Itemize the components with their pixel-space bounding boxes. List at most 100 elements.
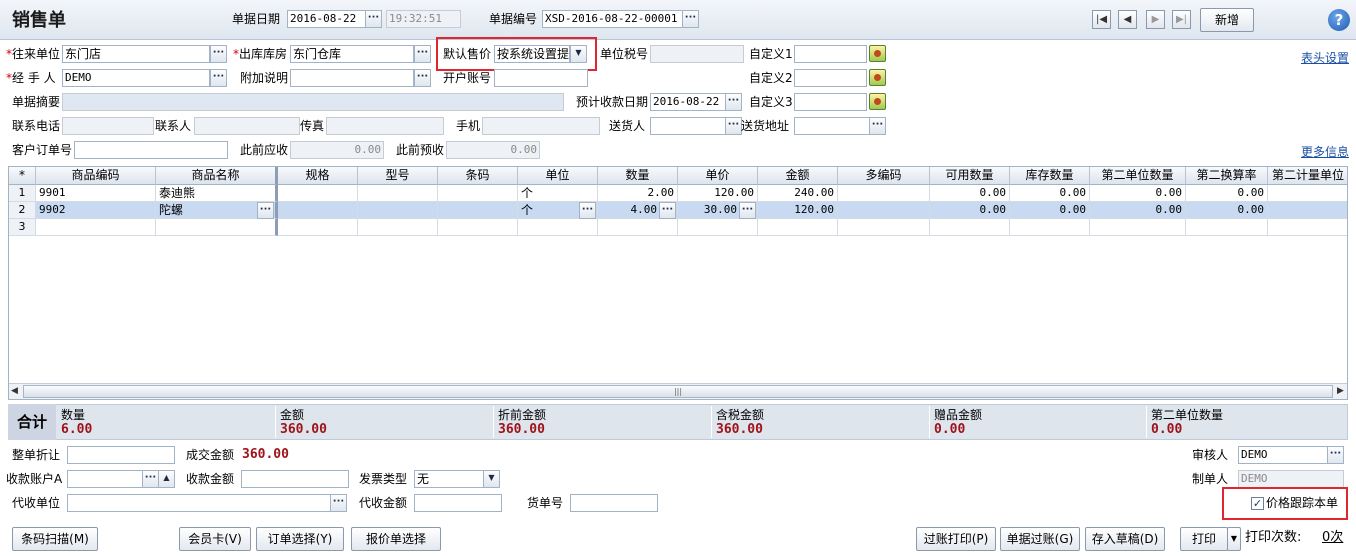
summary-field[interactable] (62, 93, 564, 111)
post-print-button[interactable]: 过账打印(P) (916, 527, 996, 551)
cell-qty2[interactable]: 0.00 (1090, 202, 1186, 219)
cell-unit[interactable]: 个 (518, 185, 598, 202)
auditor-picker-button[interactable]: ··· (1327, 446, 1344, 464)
cell-code[interactable]: 9902 (36, 202, 156, 219)
col-header-avail[interactable]: 可用数量 (930, 167, 1010, 185)
cell-code[interactable]: 9901 (36, 185, 156, 202)
cell-barcode[interactable] (438, 202, 518, 219)
note-field[interactable] (290, 69, 414, 87)
cell-model[interactable] (358, 202, 438, 219)
handler-field[interactable]: DEMO (62, 69, 210, 87)
cell-qty[interactable] (598, 219, 678, 236)
track-price-checkbox[interactable]: ✓ (1251, 497, 1264, 510)
cell-qty2[interactable]: 0.00 (1090, 185, 1186, 202)
cell-price[interactable]: 120.00 (678, 185, 758, 202)
warehouse-field[interactable]: 东门仓库 (290, 45, 414, 63)
cell-unit2[interactable] (1268, 185, 1347, 202)
header-settings-link[interactable]: 表头设置 (1301, 49, 1349, 66)
barcode-scan-button[interactable]: 条码扫描(M) (12, 527, 98, 551)
cell-multicode[interactable] (838, 202, 930, 219)
more-info-link[interactable]: 更多信息 (1301, 143, 1349, 160)
handler-picker-button[interactable]: ··· (210, 69, 227, 87)
note-picker-button[interactable]: ··· (414, 69, 431, 87)
cell-multicode[interactable] (838, 185, 930, 202)
cell-name[interactable] (156, 219, 278, 236)
docno-button[interactable]: ··· (682, 10, 699, 28)
cell-amount[interactable]: 120.00 (758, 202, 838, 219)
member-card-button[interactable]: 会员卡(V) (179, 527, 251, 551)
docno-field[interactable]: XSD-2016-08-22-00001 (542, 10, 683, 28)
due-date-picker-button[interactable]: ··· (725, 93, 742, 111)
order-field[interactable] (74, 141, 228, 159)
print-button[interactable]: 打印 (1180, 527, 1228, 551)
agent-picker-button[interactable]: ··· (330, 494, 347, 512)
recv-account-up-icon[interactable]: ▲ (158, 470, 175, 488)
custom1-field[interactable] (794, 45, 867, 63)
cell-unit2[interactable] (1268, 219, 1347, 236)
col-header-barcode[interactable]: 条码 (438, 167, 518, 185)
recv-amount-field[interactable] (241, 470, 349, 488)
col-header-model[interactable]: 型号 (358, 167, 438, 185)
cell-price[interactable] (678, 219, 758, 236)
cell-amount[interactable]: 240.00 (758, 185, 838, 202)
scroll-right-icon[interactable]: ▶ (1337, 386, 1344, 396)
recv-account-field[interactable] (67, 470, 143, 488)
horizontal-scrollbar[interactable]: ◀ ||| ▶ (9, 383, 1347, 399)
prev-record-icon[interactable]: ◀ (1118, 10, 1137, 29)
cell-unit[interactable] (518, 219, 598, 236)
date-field[interactable]: 2016-08-22 (287, 10, 366, 28)
deliver-field[interactable] (650, 117, 726, 135)
custom3-settings-icon[interactable] (869, 93, 886, 110)
col-header-qty2[interactable]: 第二单位数量 (1090, 167, 1186, 185)
agent-amount-field[interactable] (414, 494, 502, 512)
custom3-field[interactable] (794, 93, 867, 111)
cell-unit2[interactable] (1268, 202, 1347, 219)
product-grid[interactable]: * 商品编码 商品名称 规格 型号 条码 单位 数量 单价 金额 多编码 可用数… (8, 166, 1348, 400)
cell-barcode[interactable] (438, 185, 518, 202)
save-draft-button[interactable]: 存入草稿(D) (1085, 527, 1165, 551)
waybill-field[interactable] (570, 494, 658, 512)
col-header-rate2[interactable]: 第二换算率 (1186, 167, 1268, 185)
cell-name[interactable]: 泰迪熊 (156, 185, 278, 202)
invoice-chevron-down-icon[interactable]: ▼ (483, 470, 500, 488)
cell-qty[interactable]: 2.00 (598, 185, 678, 202)
col-header-code[interactable]: 商品编码 (36, 167, 156, 185)
col-header-unit[interactable]: 单位 (518, 167, 598, 185)
cell-barcode[interactable] (438, 219, 518, 236)
cell-rate2[interactable]: 0.00 (1186, 202, 1268, 219)
cell-spec[interactable] (278, 185, 358, 202)
cell-amount[interactable] (758, 219, 838, 236)
new-button[interactable]: 新增 (1200, 8, 1254, 32)
cell-spec[interactable] (278, 219, 358, 236)
col-header-multicode[interactable]: 多编码 (838, 167, 930, 185)
cell-qty2[interactable] (1090, 219, 1186, 236)
account-field[interactable] (494, 69, 588, 87)
chevron-down-icon[interactable]: ▼ (570, 45, 587, 63)
invoice-select[interactable]: 无 (414, 470, 484, 488)
discount-field[interactable] (67, 446, 175, 464)
price-select[interactable]: 按系统设置提 (494, 45, 570, 63)
cell-spec[interactable] (278, 202, 358, 219)
custom2-field[interactable] (794, 69, 867, 87)
post-button[interactable]: 单据过账(G) (1000, 527, 1080, 551)
help-icon[interactable]: ? (1328, 9, 1350, 31)
auditor-field[interactable]: DEMO (1238, 446, 1328, 464)
warehouse-picker-button[interactable]: ··· (414, 45, 431, 63)
address-field[interactable] (794, 117, 870, 135)
name-picker-button[interactable]: ··· (257, 202, 274, 219)
agent-field[interactable] (67, 494, 331, 512)
col-header-name[interactable]: 商品名称 (156, 167, 278, 185)
print-menu-chevron-down-icon[interactable]: ▼ (1227, 527, 1241, 551)
order-select-button[interactable]: 订单选择(Y) (256, 527, 344, 551)
col-header-spec[interactable]: 规格 (278, 167, 358, 185)
cell-model[interactable] (358, 219, 438, 236)
col-header-qty[interactable]: 数量 (598, 167, 678, 185)
recv-account-picker-button[interactable]: ··· (142, 470, 159, 488)
col-header-stock[interactable]: 库存数量 (1010, 167, 1090, 185)
custom1-settings-icon[interactable] (869, 45, 886, 62)
col-header-unit2[interactable]: 第二计量单位 (1268, 167, 1347, 185)
due-field[interactable]: 2016-08-22 (650, 93, 726, 111)
date-picker-button[interactable]: ··· (365, 10, 382, 28)
cell-model[interactable] (358, 185, 438, 202)
unit-picker-button[interactable]: ··· (579, 202, 596, 219)
